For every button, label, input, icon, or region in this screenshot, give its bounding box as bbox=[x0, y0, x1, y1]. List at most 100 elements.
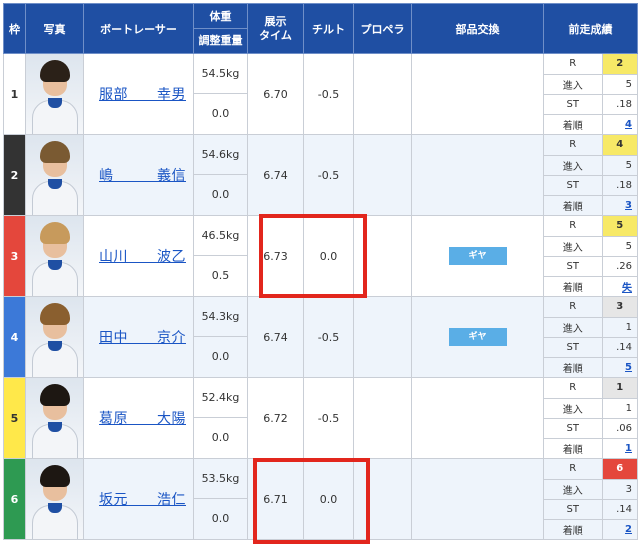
racer-name-link[interactable]: 坂元 浩仁 bbox=[99, 492, 186, 508]
header-weight-label: 体重 bbox=[194, 4, 247, 29]
portrait-hair bbox=[40, 141, 70, 163]
prev-finish-cell: 5 bbox=[602, 357, 637, 377]
tilt-value: -0.5 bbox=[303, 53, 354, 135]
prev-entry-label: 進入 bbox=[544, 236, 603, 257]
weight-cell: 54.6kg 0.0 bbox=[193, 134, 248, 216]
exhibit-time: 6.72 bbox=[247, 377, 304, 459]
weight-cell: 53.5kg 0.0 bbox=[193, 458, 248, 540]
weight-cell: 54.3kg 0.0 bbox=[193, 296, 248, 378]
racer-weight: 54.6kg bbox=[194, 135, 247, 175]
frame-number: 6 bbox=[3, 458, 26, 540]
portrait-collar bbox=[48, 260, 62, 270]
racer-name-cell: 田中 京介 bbox=[83, 296, 194, 378]
racer-weight: 53.5kg bbox=[194, 459, 247, 499]
header-prev-results: 前走成績 bbox=[543, 3, 638, 54]
racer-weight: 46.5kg bbox=[194, 216, 247, 256]
racer-weight: 54.3kg bbox=[194, 297, 247, 337]
prev-st-label: ST bbox=[544, 418, 603, 439]
header-weight: 体重 調整重量 bbox=[193, 3, 248, 54]
prev-entry-label: 進入 bbox=[544, 479, 603, 500]
prev-entry-value: 5 bbox=[602, 74, 637, 95]
racer-name-cell: 服部 幸男 bbox=[83, 53, 194, 135]
prev-finish-link[interactable]: 4 bbox=[625, 119, 632, 130]
prev-finish-label: 着順 bbox=[544, 195, 603, 215]
parts-cell: ギヤ bbox=[411, 215, 544, 297]
portrait-collar bbox=[48, 422, 62, 432]
racer-name-link[interactable]: 山川 波乙 bbox=[99, 249, 186, 265]
weight-cell: 54.5kg 0.0 bbox=[193, 53, 248, 135]
tilt-value: 0.0 bbox=[303, 458, 354, 540]
prev-r-label: R bbox=[544, 135, 603, 156]
parts-badge: ギヤ bbox=[448, 328, 507, 346]
tilt-value: -0.5 bbox=[303, 134, 354, 216]
prev-results-cell: R 5 進入 5 ST .26 着順 失 bbox=[543, 215, 638, 297]
propeller-value bbox=[353, 377, 412, 459]
header-photo: 写真 bbox=[25, 3, 84, 54]
parts-cell: ギヤ bbox=[411, 296, 544, 378]
prev-results-table: R 1 進入 1 ST .06 着順 1 bbox=[544, 378, 637, 458]
racer-name-link[interactable]: 服部 幸男 bbox=[99, 87, 186, 103]
table-row: 4 田中 京介 54.3kg 0.0 6.74 -0.5 ギヤ R 3 進入 1… bbox=[3, 296, 638, 378]
prev-r-value: 4 bbox=[602, 135, 637, 156]
prev-st-value: .18 bbox=[602, 94, 637, 115]
prev-results-cell: R 6 進入 3 ST .14 着順 2 bbox=[543, 458, 638, 540]
portrait-collar bbox=[48, 179, 62, 189]
parts-badge: ギヤ bbox=[448, 247, 507, 265]
prev-st-label: ST bbox=[544, 256, 603, 277]
racer-portrait-image bbox=[26, 135, 83, 215]
adjust-weight: 0.0 bbox=[211, 512, 230, 525]
prev-finish-link[interactable]: 3 bbox=[625, 200, 632, 211]
prev-finish-label: 着順 bbox=[544, 519, 603, 539]
prev-results-table: R 2 進入 5 ST .18 着順 4 bbox=[544, 54, 637, 134]
racer-name-link[interactable]: 葛原 大陽 bbox=[99, 411, 186, 427]
header-exhibit-time: 展示 タイム bbox=[247, 3, 304, 54]
frame-number: 1 bbox=[3, 53, 26, 135]
prev-r-label: R bbox=[544, 459, 603, 480]
portrait-collar bbox=[48, 341, 62, 351]
prev-finish-link[interactable]: 失 bbox=[622, 283, 632, 294]
prev-results-cell: R 2 進入 5 ST .18 着順 4 bbox=[543, 53, 638, 135]
exhibit-time: 6.74 bbox=[247, 134, 304, 216]
propeller-value bbox=[353, 296, 412, 378]
header-adjust-label: 調整重量 bbox=[198, 34, 243, 47]
portrait-hair bbox=[40, 60, 70, 82]
prev-finish-link[interactable]: 5 bbox=[625, 362, 632, 373]
racer-portrait-image bbox=[26, 216, 83, 296]
prev-st-value: .14 bbox=[602, 337, 637, 358]
prev-finish-label: 着順 bbox=[544, 114, 603, 134]
racer-portrait-image bbox=[26, 378, 83, 458]
frame-number: 3 bbox=[3, 215, 26, 297]
prev-r-label: R bbox=[544, 378, 603, 399]
table-row: 1 服部 幸男 54.5kg 0.0 6.70 -0.5 R 2 進入 5 ST… bbox=[3, 53, 638, 135]
propeller-value bbox=[353, 134, 412, 216]
prev-finish-cell: 2 bbox=[602, 519, 637, 539]
header-exhibit-line2: タイム bbox=[259, 28, 292, 42]
prev-st-value: .14 bbox=[602, 499, 637, 520]
racer-photo bbox=[25, 53, 84, 135]
parts-cell bbox=[411, 53, 544, 135]
prev-r-label: R bbox=[544, 297, 603, 318]
prev-finish-link[interactable]: 2 bbox=[625, 524, 632, 535]
adjust-weight: 0.0 bbox=[211, 107, 230, 120]
adjust-weight: 0.5 bbox=[211, 269, 230, 282]
racer-name-link[interactable]: 田中 京介 bbox=[99, 330, 186, 346]
header-exhibit-line1: 展示 bbox=[264, 14, 287, 28]
prev-finish-link[interactable]: 1 bbox=[625, 443, 632, 454]
frame-number: 4 bbox=[3, 296, 26, 378]
adjust-weight: 0.0 bbox=[211, 188, 230, 201]
adjust-weight: 0.0 bbox=[211, 431, 230, 444]
prev-finish-cell: 4 bbox=[602, 114, 637, 134]
prev-results-table: R 5 進入 5 ST .26 着順 失 bbox=[544, 216, 637, 296]
table-row: 3 山川 波乙 46.5kg 0.5 6.73 0.0 ギヤ R 5 進入 5 … bbox=[3, 215, 638, 297]
exhibit-time: 6.74 bbox=[247, 296, 304, 378]
frame-number: 2 bbox=[3, 134, 26, 216]
prev-st-value: .18 bbox=[602, 175, 637, 196]
racer-name-cell: 葛原 大陽 bbox=[83, 377, 194, 459]
frame-number: 5 bbox=[3, 377, 26, 459]
prev-results-table: R 3 進入 1 ST .14 着順 5 bbox=[544, 297, 637, 377]
portrait-hair bbox=[40, 222, 70, 244]
prev-entry-label: 進入 bbox=[544, 155, 603, 176]
prev-finish-cell: 失 bbox=[602, 276, 637, 296]
prev-r-value: 2 bbox=[602, 54, 637, 75]
racer-name-link[interactable]: 嶋 義信 bbox=[99, 168, 186, 184]
